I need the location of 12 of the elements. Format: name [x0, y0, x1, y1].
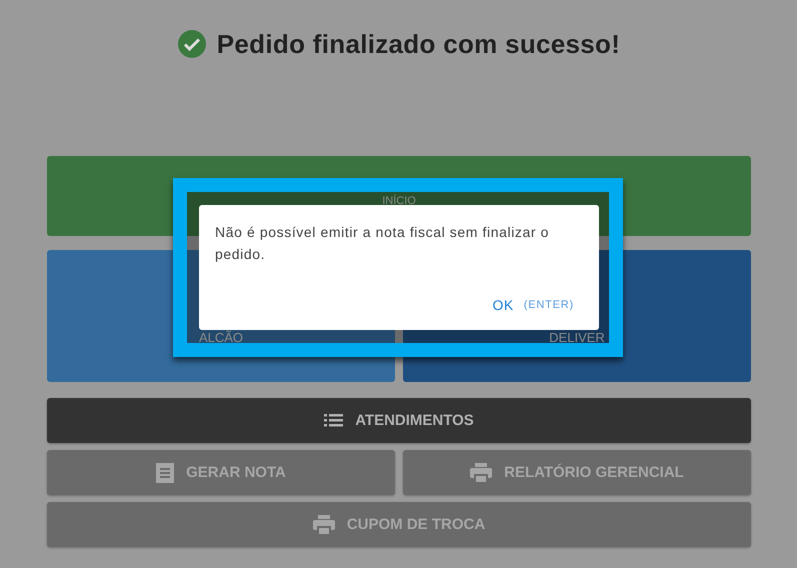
action-button[interactable]: ATENDIMENTOS — [47, 398, 751, 443]
list-icon — [324, 414, 344, 427]
printer-icon — [470, 462, 492, 482]
tile-label: DELIVER — [549, 331, 605, 344]
page-title: Pedido finalizado com sucesso! — [216, 28, 620, 60]
document-icon — [156, 462, 174, 482]
check-circle-icon — [176, 29, 207, 59]
printer-icon — [312, 514, 335, 534]
tile-label: ALCÃO — [198, 331, 244, 344]
ok-button[interactable]: OK — [492, 297, 514, 313]
shortcut-hint: (ENTER) — [524, 299, 574, 311]
tile-label: INÍCIO — [382, 195, 416, 207]
